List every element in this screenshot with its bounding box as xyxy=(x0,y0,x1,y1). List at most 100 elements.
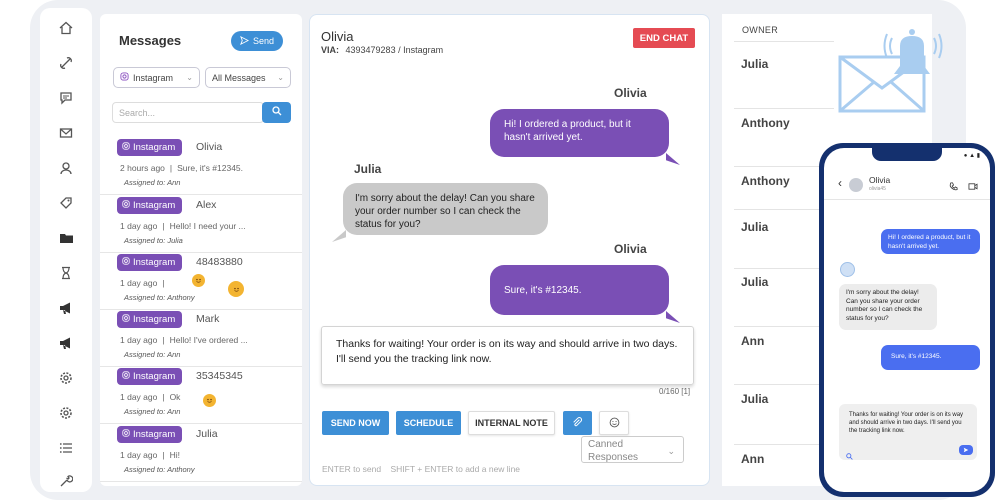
message-bubble-in: I'm sorry about the delay! Can you share… xyxy=(343,183,548,235)
phone-notch xyxy=(872,148,942,161)
video-call-icon[interactable] xyxy=(968,178,978,196)
separator: | xyxy=(162,392,165,402)
owner-divider xyxy=(734,108,834,109)
conversation-preview: Hello! I need your ... xyxy=(169,221,246,231)
conversation-item[interactable]: Instagram Mark 1 day ago | Hello! I've order… xyxy=(100,311,302,367)
message-bubble-out: Hi! I ordered a product, but it hasn't a… xyxy=(490,109,669,157)
channel-badge-label: Instagram xyxy=(133,371,176,382)
channel-badge-label: Instagram xyxy=(133,314,176,325)
conversation-preview: Sure, it's #12345. xyxy=(177,163,244,173)
via-label: VIA: xyxy=(321,45,339,55)
search-icon xyxy=(271,106,282,119)
mail-icon[interactable] xyxy=(56,123,76,143)
end-chat-button[interactable]: END CHAT xyxy=(633,28,695,48)
agent-avatar xyxy=(840,262,855,277)
conversation-meta: 1 day ago | Hi! xyxy=(120,450,180,460)
chat-icon[interactable] xyxy=(56,88,76,108)
instagram-icon xyxy=(122,314,130,325)
chevron-down-icon: ⌄ xyxy=(667,446,675,456)
messages-title: Messages xyxy=(119,33,182,48)
folder-icon[interactable] xyxy=(56,228,76,248)
owner-divider xyxy=(734,41,834,42)
channel-filter[interactable]: Instagram ⌄ xyxy=(113,67,200,88)
owner-header: OWNER xyxy=(742,25,778,35)
emoji-icon xyxy=(192,274,205,287)
channel-badge-label: Instagram xyxy=(133,257,176,268)
megaphone-icon[interactable] xyxy=(56,298,76,318)
link-icon[interactable] xyxy=(56,53,76,73)
conversation-name: 35345345 xyxy=(196,370,243,382)
phone-search-icon xyxy=(846,447,853,465)
internal-note-button[interactable]: INTERNAL NOTE xyxy=(468,411,555,435)
chat-panel: Olivia VIA: 4393479283 / Instagram END C… xyxy=(309,14,710,486)
speaker-name: Julia xyxy=(354,162,382,176)
user-icon[interactable] xyxy=(56,158,76,178)
speaker-name: Olivia xyxy=(614,86,647,100)
avatar xyxy=(849,178,863,192)
conversation-name: 48483880 xyxy=(196,256,243,268)
wrench-icon[interactable] xyxy=(56,471,76,491)
search-input[interactable]: Search... xyxy=(112,102,264,123)
conversation-name: Alex xyxy=(196,199,217,211)
owner-name: Julia xyxy=(741,220,769,234)
type-filter[interactable]: All Messages ⌄ xyxy=(205,67,291,88)
search-placeholder: Search... xyxy=(119,107,156,118)
conversation-item[interactable]: Instagram Olivia 2 hours ago | Sure, it's #1… xyxy=(100,139,302,195)
emoji-icon xyxy=(203,394,216,407)
message-bubble-out: Sure, it's #12345. xyxy=(490,265,669,315)
chevron-down-icon: ⌄ xyxy=(186,73,193,82)
phone-bubble-in: I'm sorry about the delay! Can you share… xyxy=(839,284,937,330)
instagram-icon xyxy=(122,429,130,440)
channel-badge: Instagram xyxy=(117,368,183,385)
attach-button[interactable] xyxy=(563,411,592,435)
conversation-assignee: Assigned to: Anthony xyxy=(124,465,195,474)
hourglass-icon[interactable] xyxy=(56,263,76,283)
emoji-icon xyxy=(228,281,244,297)
conversation-time: 1 day ago xyxy=(120,221,158,231)
instagram-icon xyxy=(122,371,130,382)
channel-badge: Instagram xyxy=(117,254,183,271)
back-chevron-icon[interactable]: ‹ xyxy=(838,176,842,190)
conversation-name: Olivia xyxy=(196,141,223,153)
conversation-assignee: Assigned to: Ann xyxy=(124,350,181,359)
megaphone-icon-2[interactable] xyxy=(56,333,76,353)
status-bar: ● ▲ ▮ xyxy=(963,153,980,159)
separator: | xyxy=(169,163,173,173)
channel-badge: Instagram xyxy=(117,311,183,328)
owner-name: Ann xyxy=(741,452,765,466)
list-icon[interactable] xyxy=(56,438,76,458)
canned-responses-label: Canned Responses xyxy=(588,439,639,463)
conversation-assignee: Assigned to: Ann xyxy=(124,178,181,187)
send-button[interactable]: Send xyxy=(231,31,283,51)
channel-badge: Instagram xyxy=(117,197,183,214)
instagram-icon xyxy=(122,142,130,153)
conversation-meta: 1 day ago | xyxy=(120,278,170,288)
home-icon[interactable] xyxy=(56,18,76,38)
phone-call-icon[interactable] xyxy=(949,178,958,196)
phone-send-button[interactable] xyxy=(959,445,973,455)
tag-icon[interactable] xyxy=(56,193,76,213)
conversation-item[interactable]: Instagram Julia 1 day ago | Hi! Assigned to: … xyxy=(100,426,302,482)
send-now-button[interactable]: SEND NOW xyxy=(322,411,389,435)
bubble-tail xyxy=(332,230,346,242)
phone-compose[interactable]: Thanks for waiting! Your order is on its… xyxy=(839,404,977,460)
conversation-preview: Hi! xyxy=(169,450,180,460)
phone-bubble-out: Sure, it's #12345. xyxy=(881,345,980,370)
gear-icon[interactable] xyxy=(56,368,76,388)
conversation-meta: 2 hours ago | Sure, it's #12345. xyxy=(120,163,243,173)
canned-responses-select[interactable]: Canned Responses ⌄ xyxy=(581,436,684,463)
conversation-meta: 1 day ago | Ok xyxy=(120,392,180,402)
owner-name: Julia xyxy=(741,392,769,406)
emoji-button[interactable] xyxy=(599,411,629,435)
via-value: 4393479283 / Instagram xyxy=(345,45,444,55)
nav-rail xyxy=(40,8,92,492)
schedule-button[interactable]: SCHEDULE xyxy=(396,411,461,435)
conversation-item[interactable]: Instagram 48483880 1 day ago | Assigned to: … xyxy=(100,254,302,310)
conversation-assignee: Assigned to: Julia xyxy=(124,236,183,245)
conversation-time: 1 day ago xyxy=(120,392,158,402)
conversation-item[interactable]: Instagram Alex 1 day ago | Hello! I need you… xyxy=(100,197,302,253)
gear-icon-2[interactable] xyxy=(56,403,76,423)
conversation-item[interactable]: Instagram 35345345 1 day ago | Ok Assigned to… xyxy=(100,368,302,424)
message-compose-input[interactable]: Thanks for waiting! Your order is on its… xyxy=(321,326,694,385)
search-button[interactable] xyxy=(262,102,291,123)
